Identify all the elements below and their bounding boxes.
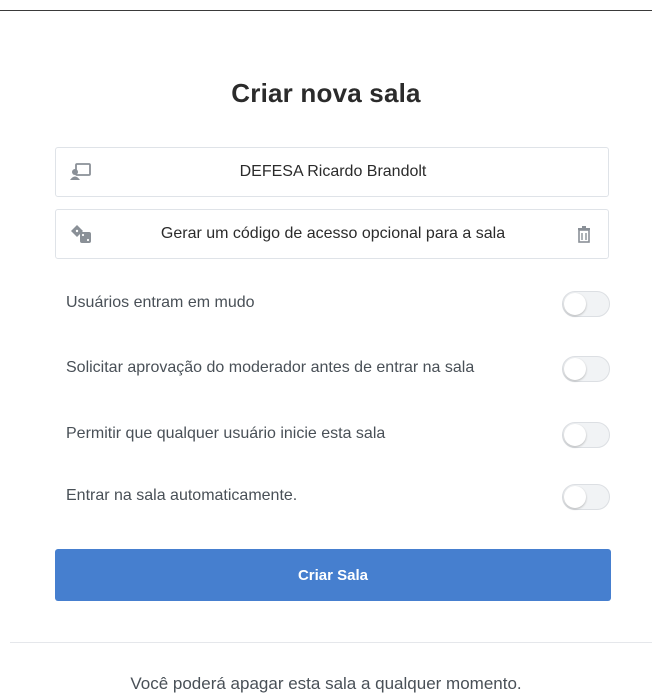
toggle-knob	[564, 293, 586, 315]
option-auto-join: Entrar na sala automaticamente.	[66, 480, 614, 512]
dice-icon	[70, 224, 92, 244]
room-icon	[70, 162, 92, 182]
require-approval-toggle[interactable]	[562, 356, 610, 382]
modal-title: Criar nova sala	[231, 78, 421, 108]
access-code-generate-link[interactable]: Gerar um código de acesso opcional para …	[106, 210, 560, 258]
access-code-field[interactable]: Gerar um código de acesso opcional para …	[55, 209, 609, 259]
footer-note: Você poderá apagar esta sala a qualquer …	[130, 674, 522, 693]
auto-join-toggle[interactable]	[562, 484, 610, 510]
option-require-approval: Solicitar aprovação do moderador antes d…	[66, 352, 614, 384]
footer-divider	[10, 642, 652, 643]
create-room-button[interactable]: Criar Sala	[55, 549, 611, 601]
mute-on-join-toggle[interactable]	[562, 291, 610, 317]
toggle-knob	[564, 486, 586, 508]
option-label: Permitir que qualquer usuário inicie est…	[66, 425, 386, 442]
option-label: Usuários entram em mudo	[66, 294, 255, 311]
option-label: Solicitar aprovação do moderador antes d…	[66, 359, 475, 376]
room-name-input[interactable]: DEFESA Ricardo Brandolt	[106, 148, 560, 196]
room-name-field[interactable]: DEFESA Ricardo Brandolt	[55, 147, 609, 197]
option-mute-on-join: Usuários entram em mudo	[66, 287, 614, 319]
option-anyone-can-start: Permitir que qualquer usuário inicie est…	[66, 418, 614, 450]
anyone-can-start-toggle[interactable]	[562, 422, 610, 448]
window-top-border	[0, 0, 652, 11]
trash-icon[interactable]	[574, 224, 594, 244]
toggle-knob	[564, 358, 586, 380]
option-label: Entrar na sala automaticamente.	[66, 487, 298, 504]
toggle-knob	[564, 424, 586, 446]
